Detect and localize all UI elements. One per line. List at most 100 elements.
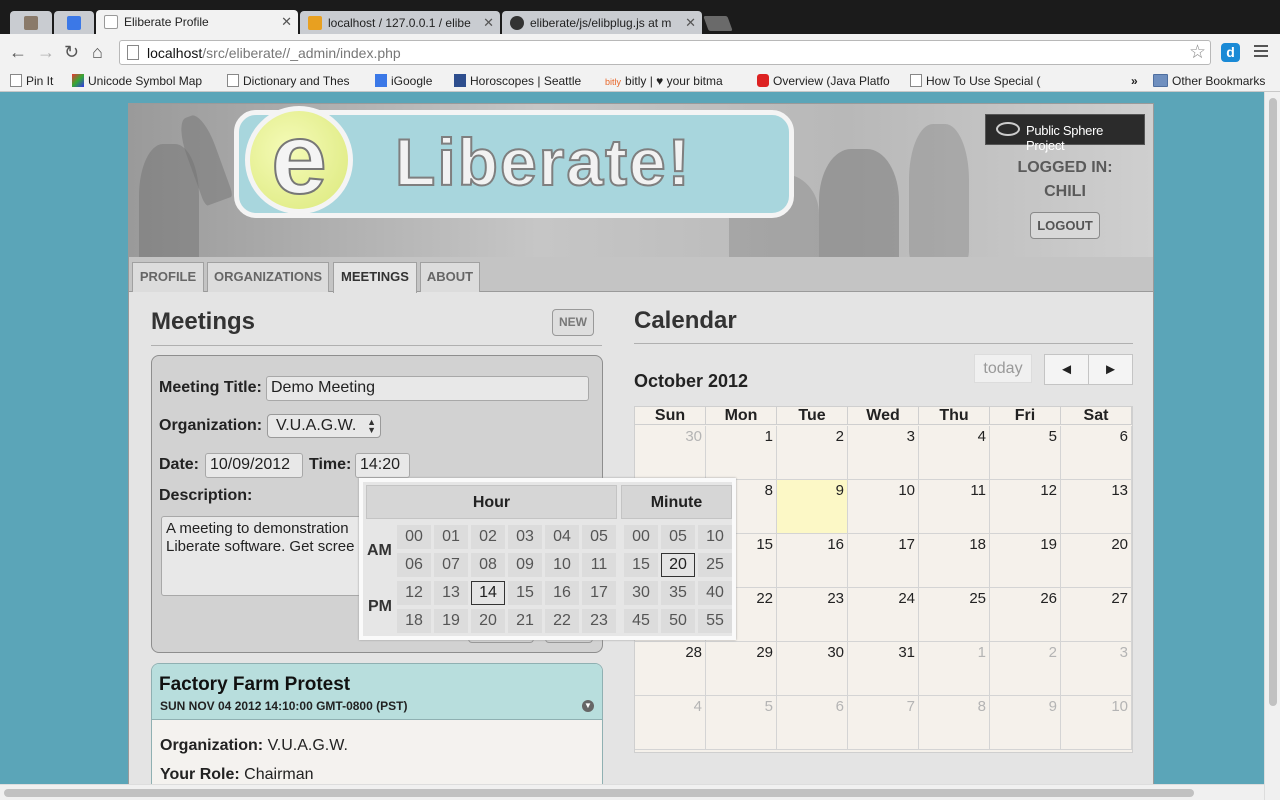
close-tab-icon[interactable]: ✕ [685,15,696,31]
calendar-day-cell[interactable]: 23 [777,588,848,642]
bookmark-pin-it[interactable]: Pin It [10,74,53,88]
bookmark-bitly[interactable]: bitly bitly | ♥ your bitma [605,74,723,88]
calendar-day-cell[interactable]: 30 [635,426,706,480]
hour-option[interactable]: 07 [434,553,468,577]
next-month-button[interactable]: ► [1088,354,1133,385]
minute-option[interactable]: 30 [624,581,658,605]
minute-option[interactable]: 25 [698,553,732,577]
bookmark-special-chars[interactable]: How To Use Special ( [910,74,1041,88]
calendar-day-cell[interactable]: 31 [848,642,919,696]
bookmark-java-overview[interactable]: Overview (Java Platfo [757,74,890,88]
hour-option[interactable]: 19 [434,609,468,633]
calendar-day-cell[interactable]: 13 [1061,480,1132,534]
calendar-day-cell[interactable]: 26 [990,588,1061,642]
browser-tab-pinned-2[interactable] [54,11,94,34]
hour-option[interactable]: 16 [545,581,579,605]
tab-meetings[interactable]: MEETINGS [333,262,417,293]
public-sphere-badge[interactable]: Public Sphere Project [985,114,1145,153]
meeting-card-header[interactable]: Factory Farm Protest SUN NOV 04 2012 14:… [152,664,602,720]
bookmark-dictionary[interactable]: Dictionary and Thes [227,74,350,88]
tab-organizations[interactable]: ORGANIZATIONS [207,262,329,292]
address-bar[interactable]: localhost/src/eliberate//_admin/index.ph… [119,40,1211,65]
new-tab-button[interactable] [703,16,733,31]
calendar-day-cell[interactable]: 18 [919,534,990,588]
organization-select[interactable]: V.U.A.G.W. ▲ ▼ [267,414,381,438]
minute-option[interactable]: 45 [624,609,658,633]
calendar-day-cell[interactable]: 3 [848,426,919,480]
horizontal-scrollbar[interactable] [0,784,1264,800]
today-button[interactable]: today [974,354,1032,383]
calendar-day-cell[interactable]: 20 [1061,534,1132,588]
hour-option[interactable]: 12 [397,581,431,605]
calendar-day-cell[interactable]: 10 [1061,696,1132,750]
reload-icon[interactable]: ↻ [64,42,79,62]
calendar-day-cell[interactable]: 1 [919,642,990,696]
home-icon[interactable]: ⌂ [92,42,103,62]
close-tab-icon[interactable]: ✕ [483,15,494,31]
date-input[interactable]: 10/09/2012 [205,453,303,478]
hour-option[interactable]: 00 [397,525,431,549]
hour-option[interactable]: 08 [471,553,505,577]
hour-option[interactable]: 18 [397,609,431,633]
vertical-scrollbar[interactable] [1264,92,1280,800]
chevron-down-icon[interactable]: ▼ [582,700,594,712]
calendar-day-cell[interactable]: 6 [1061,426,1132,480]
minute-option[interactable]: 00 [624,525,658,549]
hour-option[interactable]: 03 [508,525,542,549]
hour-option[interactable]: 10 [545,553,579,577]
calendar-day-cell[interactable]: 9 [990,696,1061,750]
minute-option[interactable]: 15 [624,553,658,577]
browser-tab-github[interactable]: eliberate/js/elibplug.js at m ✕ [502,11,702,34]
bookmark-star-icon[interactable]: ☆ [1189,41,1206,64]
calendar-day-cell[interactable]: 29 [706,642,777,696]
calendar-day-cell[interactable]: 30 [777,642,848,696]
close-tab-icon[interactable]: ✕ [281,14,292,30]
calendar-day-cell[interactable]: 16 [777,534,848,588]
extension-icon[interactable]: d [1221,43,1240,62]
calendar-day-cell[interactable]: 12 [990,480,1061,534]
hour-option[interactable]: 23 [582,609,616,633]
prev-month-button[interactable]: ◄ [1044,354,1089,385]
minute-option[interactable]: 55 [698,609,732,633]
bookmarks-overflow-chevron[interactable]: » [1131,74,1138,88]
bookmark-horoscopes[interactable]: Horoscopes | Seattle [454,74,581,88]
tab-profile[interactable]: PROFILE [132,262,204,292]
minute-option[interactable]: 20 [661,553,695,577]
hour-option[interactable]: 20 [471,609,505,633]
browser-tab-pinned-1[interactable] [10,11,52,34]
calendar-day-cell[interactable]: 17 [848,534,919,588]
calendar-day-cell[interactable]: 2 [777,426,848,480]
minute-option[interactable]: 50 [661,609,695,633]
minute-option[interactable]: 05 [661,525,695,549]
bookmark-other[interactable]: Other Bookmarks [1153,74,1265,88]
url-text[interactable]: localhost/src/eliberate//_admin/index.ph… [147,45,401,61]
bookmark-igoogle[interactable]: iGoogle [375,74,432,88]
forward-arrow-icon[interactable]: → [37,42,55,62]
hour-option[interactable]: 06 [397,553,431,577]
calendar-day-cell[interactable]: 24 [848,588,919,642]
calendar-day-cell[interactable]: 25 [919,588,990,642]
hour-option[interactable]: 15 [508,581,542,605]
hour-option[interactable]: 01 [434,525,468,549]
calendar-day-cell[interactable]: 7 [848,696,919,750]
calendar-day-cell[interactable]: 28 [635,642,706,696]
calendar-day-cell[interactable]: 6 [777,696,848,750]
minute-option[interactable]: 40 [698,581,732,605]
calendar-day-cell[interactable]: 3 [1061,642,1132,696]
browser-tab-eliberate[interactable]: Eliberate Profile ✕ [96,10,298,34]
calendar-day-cell[interactable]: 2 [990,642,1061,696]
calendar-day-cell[interactable]: 9 [777,480,848,534]
calendar-day-cell[interactable]: 11 [919,480,990,534]
hour-option[interactable]: 21 [508,609,542,633]
tab-about[interactable]: ABOUT [420,262,480,292]
minute-option[interactable]: 35 [661,581,695,605]
hour-option[interactable]: 13 [434,581,468,605]
hour-option[interactable]: 09 [508,553,542,577]
chrome-menu-icon[interactable] [1254,45,1268,60]
hour-option[interactable]: 17 [582,581,616,605]
new-meeting-button[interactable]: NEW [552,309,594,336]
calendar-day-cell[interactable]: 19 [990,534,1061,588]
hour-option[interactable]: 04 [545,525,579,549]
calendar-day-cell[interactable]: 5 [706,696,777,750]
hour-option[interactable]: 05 [582,525,616,549]
